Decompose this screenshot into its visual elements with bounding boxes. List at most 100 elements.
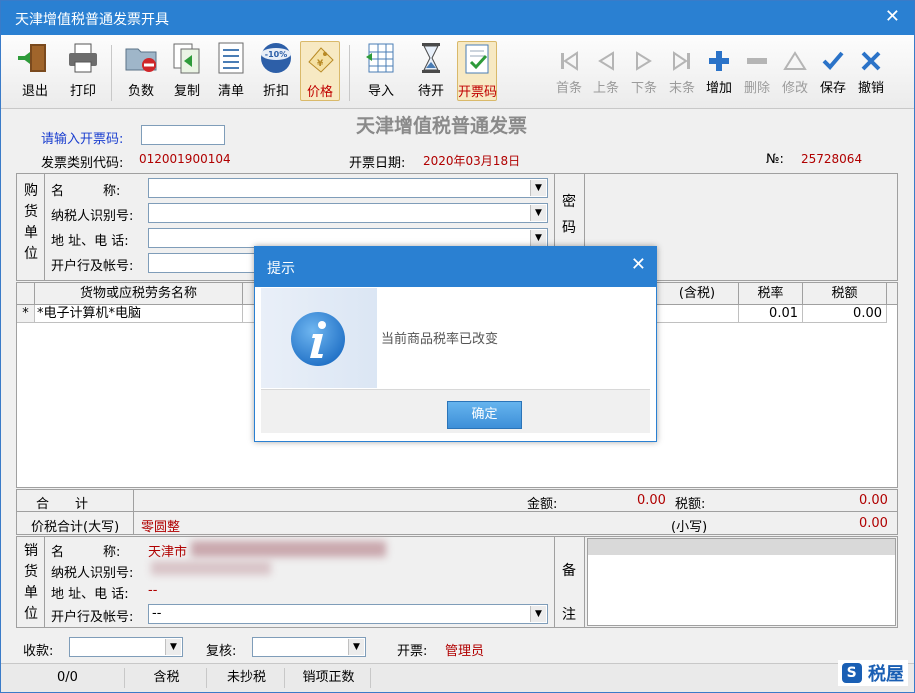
price-button[interactable]: ¥ 价格	[300, 41, 340, 101]
status-invoice-kind: 销项正数	[287, 668, 371, 688]
previous-record-button[interactable]: 上条	[588, 49, 624, 96]
total-words-value: 零圆整	[141, 520, 181, 535]
add-button[interactable]: 增加	[701, 49, 737, 96]
undo-button[interactable]: 撤销	[853, 49, 889, 96]
chevron-down-icon[interactable]: ▼	[530, 230, 546, 246]
type-code-value: 012001900104	[139, 152, 231, 166]
seller-bank-select[interactable]: -- ▼	[148, 604, 548, 624]
svg-text:-10%: -10%	[265, 50, 287, 59]
cancel-x-icon	[861, 51, 881, 71]
small-value: 0.00	[859, 516, 888, 531]
review-label: 复核:	[206, 644, 237, 659]
invoice-code-input[interactable]	[141, 125, 225, 145]
price-tag-icon: ¥	[308, 47, 334, 73]
chevron-down-icon[interactable]: ▼	[530, 205, 546, 221]
ok-button[interactable]: 确定	[447, 401, 522, 429]
invoice-code-icon	[465, 44, 489, 74]
small-label: (小写)	[671, 520, 708, 535]
first-record-icon	[561, 51, 578, 71]
dialog-title: 提示	[267, 261, 295, 277]
status-bar: 0/0 含税 未抄税 销项正数	[1, 663, 914, 692]
chevron-down-icon[interactable]: ▼	[165, 639, 181, 655]
payee-label: 收款:	[23, 644, 54, 659]
row-goods-name[interactable]: *电子计算机*电脑	[35, 305, 243, 323]
import-button[interactable]: 导入	[361, 41, 401, 99]
buyer-name-select[interactable]: ▼	[148, 178, 548, 198]
number-value: 25728064	[801, 152, 863, 166]
amount-value: 0.00	[637, 493, 666, 508]
copy-button[interactable]: 复制	[167, 41, 207, 99]
col-tax-rate: 税率	[739, 283, 803, 305]
date-value: 2020年03月18日	[423, 154, 521, 168]
dialog-footer: 确定	[261, 389, 650, 433]
buyer-address-label: 地 址、电 话:	[51, 234, 129, 249]
buyer-taxid-select[interactable]: ▼	[148, 203, 548, 223]
issuer-label: 开票:	[397, 644, 428, 659]
next-record-button[interactable]: 下条	[626, 49, 662, 96]
seller-name-value: 天津市	[148, 545, 188, 560]
save-button[interactable]: 保存	[815, 49, 851, 96]
close-icon[interactable]: ✕	[885, 6, 900, 27]
status-copy-state: 未抄税	[209, 668, 285, 688]
redacted-seller-name	[191, 541, 386, 557]
last-record-icon	[673, 51, 690, 71]
cipher-label: 密 码	[562, 194, 576, 236]
total-words-label: 价税合计(大写)	[31, 520, 120, 535]
toolbar-separator	[349, 45, 350, 101]
dialog-close-icon[interactable]: ✕	[631, 254, 646, 275]
status-tax-mode: 含税	[127, 668, 207, 688]
remark-textarea[interactable]	[587, 538, 896, 626]
info-icon	[291, 312, 345, 366]
previous-record-icon	[598, 51, 614, 71]
modify-button[interactable]: 修改	[777, 49, 813, 96]
buyer-taxid-label: 纳税人识别号:	[51, 209, 134, 224]
chevron-down-icon[interactable]: ▼	[530, 606, 546, 622]
buyer-name-label: 名 称:	[51, 184, 121, 199]
discount-icon: -10%	[261, 43, 291, 73]
seller-address-value: --	[148, 583, 158, 598]
enter-code-label: 请输入开票码:	[41, 132, 124, 147]
seller-name-label: 名 称:	[51, 545, 121, 560]
import-table-icon	[366, 43, 394, 73]
first-record-button[interactable]: 首条	[551, 49, 587, 96]
last-record-button[interactable]: 末条	[664, 49, 700, 96]
invoice-heading: 天津增值税普通发票	[356, 115, 528, 137]
shuwu-logo: S 税屋	[837, 660, 908, 686]
pending-button[interactable]: 待开	[411, 41, 451, 99]
chevron-down-icon[interactable]: ▼	[348, 639, 364, 655]
title-bar: 天津增值税普通发票开具 ✕	[1, 1, 914, 35]
message-dialog: 提示 ✕ 当前商品税率已改变 确定	[254, 246, 657, 442]
negative-folder-icon	[125, 48, 157, 72]
sum-label: 合 计	[36, 497, 89, 512]
discount-button[interactable]: -10% 折扣	[256, 41, 296, 99]
buyer-address-select[interactable]: ▼	[148, 228, 548, 248]
amount-label: 金额:	[527, 497, 558, 512]
toolbar: 退出 打印 负数 复制 清单 -10% 折扣 ¥ 价格 导入 待开 开票码 首条…	[1, 35, 914, 109]
col-goods-name: 货物或应税劳务名称	[35, 283, 243, 305]
seller-address-label: 地 址、电 话:	[51, 587, 129, 602]
chevron-down-icon[interactable]: ▼	[530, 180, 546, 196]
print-button[interactable]: 打印	[63, 41, 103, 99]
negative-button[interactable]: 负数	[121, 41, 161, 99]
row-tax-amount[interactable]: 0.00	[803, 305, 887, 323]
review-select[interactable]: ▼	[252, 637, 366, 657]
svg-text:¥: ¥	[317, 59, 324, 69]
row-marker: *	[17, 305, 35, 323]
invoice-code-button[interactable]: 开票码	[457, 41, 497, 101]
list-icon	[218, 42, 244, 74]
status-record-count: 0/0	[11, 668, 125, 688]
row-tax-rate[interactable]: 0.01	[739, 305, 803, 323]
remark-label: 备 注	[562, 563, 576, 623]
logo-s-icon: S	[841, 663, 862, 683]
next-record-icon	[636, 51, 652, 71]
dialog-message: 当前商品税率已改变	[381, 332, 499, 347]
toolbar-separator	[111, 45, 112, 101]
dialog-title-bar: 提示 ✕	[255, 247, 656, 287]
list-button[interactable]: 清单	[211, 41, 251, 99]
exit-button[interactable]: 退出	[15, 41, 55, 99]
tax-label: 税额:	[675, 497, 706, 512]
payee-select[interactable]: ▼	[69, 637, 183, 657]
seller-bank-label: 开户行及帐号:	[51, 610, 134, 625]
delete-button[interactable]: 删除	[739, 49, 775, 96]
row-amount[interactable]	[655, 305, 739, 323]
